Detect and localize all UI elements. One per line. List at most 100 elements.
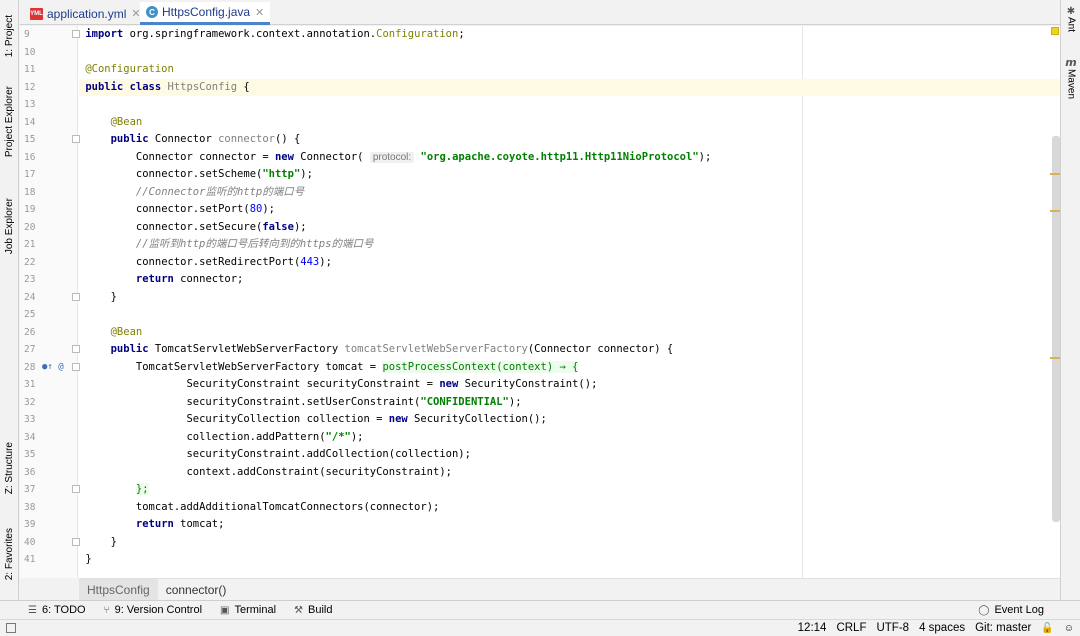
override-marker-icon[interactable]: ●↑ @ [42, 359, 64, 377]
build-label: Build [308, 604, 333, 616]
code-line: context.addConstraint(securityConstraint… [186, 465, 452, 478]
editor-tab-bar: YML application.yml ✕ C HttpsConfig.java… [20, 0, 1060, 25]
warning-marker[interactable] [1050, 173, 1060, 175]
line-number: 11 [24, 64, 36, 75]
line-number: 16 [24, 151, 36, 163]
line-number: 13 [24, 99, 36, 110]
code-line: securityConstraint.setUserConstraint("CO… [186, 395, 522, 408]
line-number: 32 [24, 396, 36, 408]
code-editor[interactable]: 9 10 11 12 13 14 15 16 17 18 19 20 21 22… [20, 26, 1060, 578]
code-line: //Connector监听的http的端口号 [135, 185, 305, 198]
code-line: securityConstraint.addCollection(collect… [186, 448, 471, 460]
code-line: }; [135, 483, 149, 495]
line-number: 22 [24, 256, 36, 268]
tab-https-config-java[interactable]: C HttpsConfig.java ✕ [140, 2, 271, 25]
code-line: public TomcatServletWebServerFactory tom… [110, 343, 674, 355]
indent-setting[interactable]: 4 spaces [919, 622, 965, 634]
tool-windows-toggle-icon[interactable] [6, 623, 16, 633]
line-number: 10 [24, 46, 36, 58]
line-number: 14 [24, 116, 36, 128]
line-separator[interactable]: CRLF [836, 622, 866, 634]
favorites-tool-tab[interactable]: 2: Favorites [0, 518, 19, 590]
line-number: 9 [24, 29, 30, 40]
todo-label: 6: TODO [41, 604, 86, 616]
line-number: 35 [24, 449, 36, 460]
breadcrumb: HttpsConfig connector() [79, 578, 1060, 600]
favorites-label: 2: Favorites [4, 527, 15, 581]
code-line: return connector; [135, 273, 244, 285]
inspection-status-icon[interactable] [1051, 27, 1059, 35]
vertical-scrollbar[interactable] [1052, 136, 1060, 522]
code-line: public Connector connector() { [110, 133, 301, 145]
code-line: tomcat.addAdditionalTomcatConnectors(con… [135, 500, 440, 513]
caret-position[interactable]: 12:14 [798, 622, 827, 634]
tool-window-bar: ☰ 6: TODO ⑂ 9: Version Control ▣ Termina… [0, 600, 1080, 619]
line-number: 27 [24, 344, 36, 355]
project-tool-label: 1: Project [4, 14, 15, 58]
code-line: SecurityCollection collection = new Secu… [186, 413, 547, 425]
line-number: 15 [24, 134, 36, 145]
code-line: @Bean [110, 325, 143, 338]
file-encoding[interactable]: UTF-8 [876, 622, 909, 634]
line-number: 17 [24, 169, 36, 180]
code-line: TomcatServletWebServerFactory tomcat = p… [135, 360, 579, 373]
line-number: 20 [24, 221, 36, 233]
status-bar: 12:14 CRLF UTF-8 4 spaces Git: master 🔓 … [0, 619, 1080, 636]
tab-application-yml[interactable]: YML application.yml ✕ [24, 2, 147, 25]
vcs-branch[interactable]: Git: master [975, 622, 1031, 634]
version-control-tool-button[interactable]: ⑂ 9: Version Control [104, 604, 202, 616]
line-number: 33 [24, 414, 36, 425]
inspector-icon[interactable]: ☺ [1064, 623, 1074, 634]
tab-label: application.yml [47, 6, 127, 21]
line-number: 25 [24, 309, 36, 320]
yml-file-icon: YML [30, 7, 43, 20]
java-class-icon: C [146, 6, 158, 18]
code-line: } [85, 553, 92, 565]
lock-icon[interactable]: 🔓 [1041, 623, 1053, 634]
todo-list-icon: ☰ [28, 604, 37, 616]
job-explorer-tool-tab[interactable]: Job Explorer [0, 186, 19, 266]
project-tool-tab[interactable]: 1: Project [0, 6, 19, 66]
speech-bubble-icon: ◯ [978, 604, 990, 616]
warning-marker[interactable] [1050, 210, 1060, 212]
line-number: 37 [24, 484, 36, 495]
event-log-button[interactable]: ◯ Event Log [978, 604, 1044, 616]
ant-label: Ant [1065, 17, 1077, 33]
close-icon[interactable]: ✕ [255, 6, 264, 19]
todo-tool-button[interactable]: ☰ 6: TODO [28, 604, 86, 616]
folded-lambda: postProcessContext(context) → { [382, 360, 579, 373]
maven-label: Maven [1065, 69, 1077, 100]
build-tool-button[interactable]: ⚒ Build [294, 604, 332, 616]
job-explorer-label: Job Explorer [4, 197, 15, 255]
line-number: 18 [24, 186, 36, 198]
line-number: 12 [24, 81, 36, 93]
line-number: 31 [24, 379, 36, 390]
code-line: connector.setRedirectPort(443); [135, 255, 332, 268]
maven-icon: m [1065, 56, 1077, 69]
warning-marker[interactable] [1050, 357, 1060, 359]
ant-icon: ✱ [1066, 6, 1076, 17]
code-line: Connector connector = new Connector( pro… [135, 150, 712, 163]
structure-tool-tab[interactable]: Z: Structure [0, 432, 19, 504]
ant-tool-tab[interactable]: ✱ Ant [1061, 6, 1080, 32]
maven-tool-tab[interactable]: m Maven [1061, 56, 1080, 99]
right-tool-strip: ✱ Ant m Maven [1060, 0, 1080, 600]
code-line: } [110, 535, 117, 548]
current-code-line: public class HttpsConfig { [79, 78, 1060, 96]
breadcrumb-method[interactable]: connector() [158, 579, 235, 600]
code-line: connector.setSecure(false); [135, 220, 307, 233]
tab-label: HttpsConfig.java [162, 5, 251, 19]
breadcrumb-class[interactable]: HttpsConfig [79, 579, 158, 600]
structure-label: Z: Structure [4, 441, 15, 495]
terminal-label: Terminal [234, 604, 277, 616]
code-text-area[interactable]: import org.springframework.context.annot… [79, 26, 1060, 578]
version-control-label: 9: Version Control [114, 604, 203, 616]
line-number: 40 [24, 536, 36, 548]
line-number: 23 [24, 274, 36, 285]
left-tool-strip: 1: Project Project Explorer Job Explorer… [0, 0, 19, 600]
code-line: @Bean [110, 115, 143, 128]
event-log-label: Event Log [994, 604, 1044, 616]
project-explorer-tool-tab[interactable]: Project Explorer [0, 82, 19, 162]
line-number: 19 [24, 204, 36, 215]
terminal-tool-button[interactable]: ▣ Terminal [220, 604, 276, 616]
